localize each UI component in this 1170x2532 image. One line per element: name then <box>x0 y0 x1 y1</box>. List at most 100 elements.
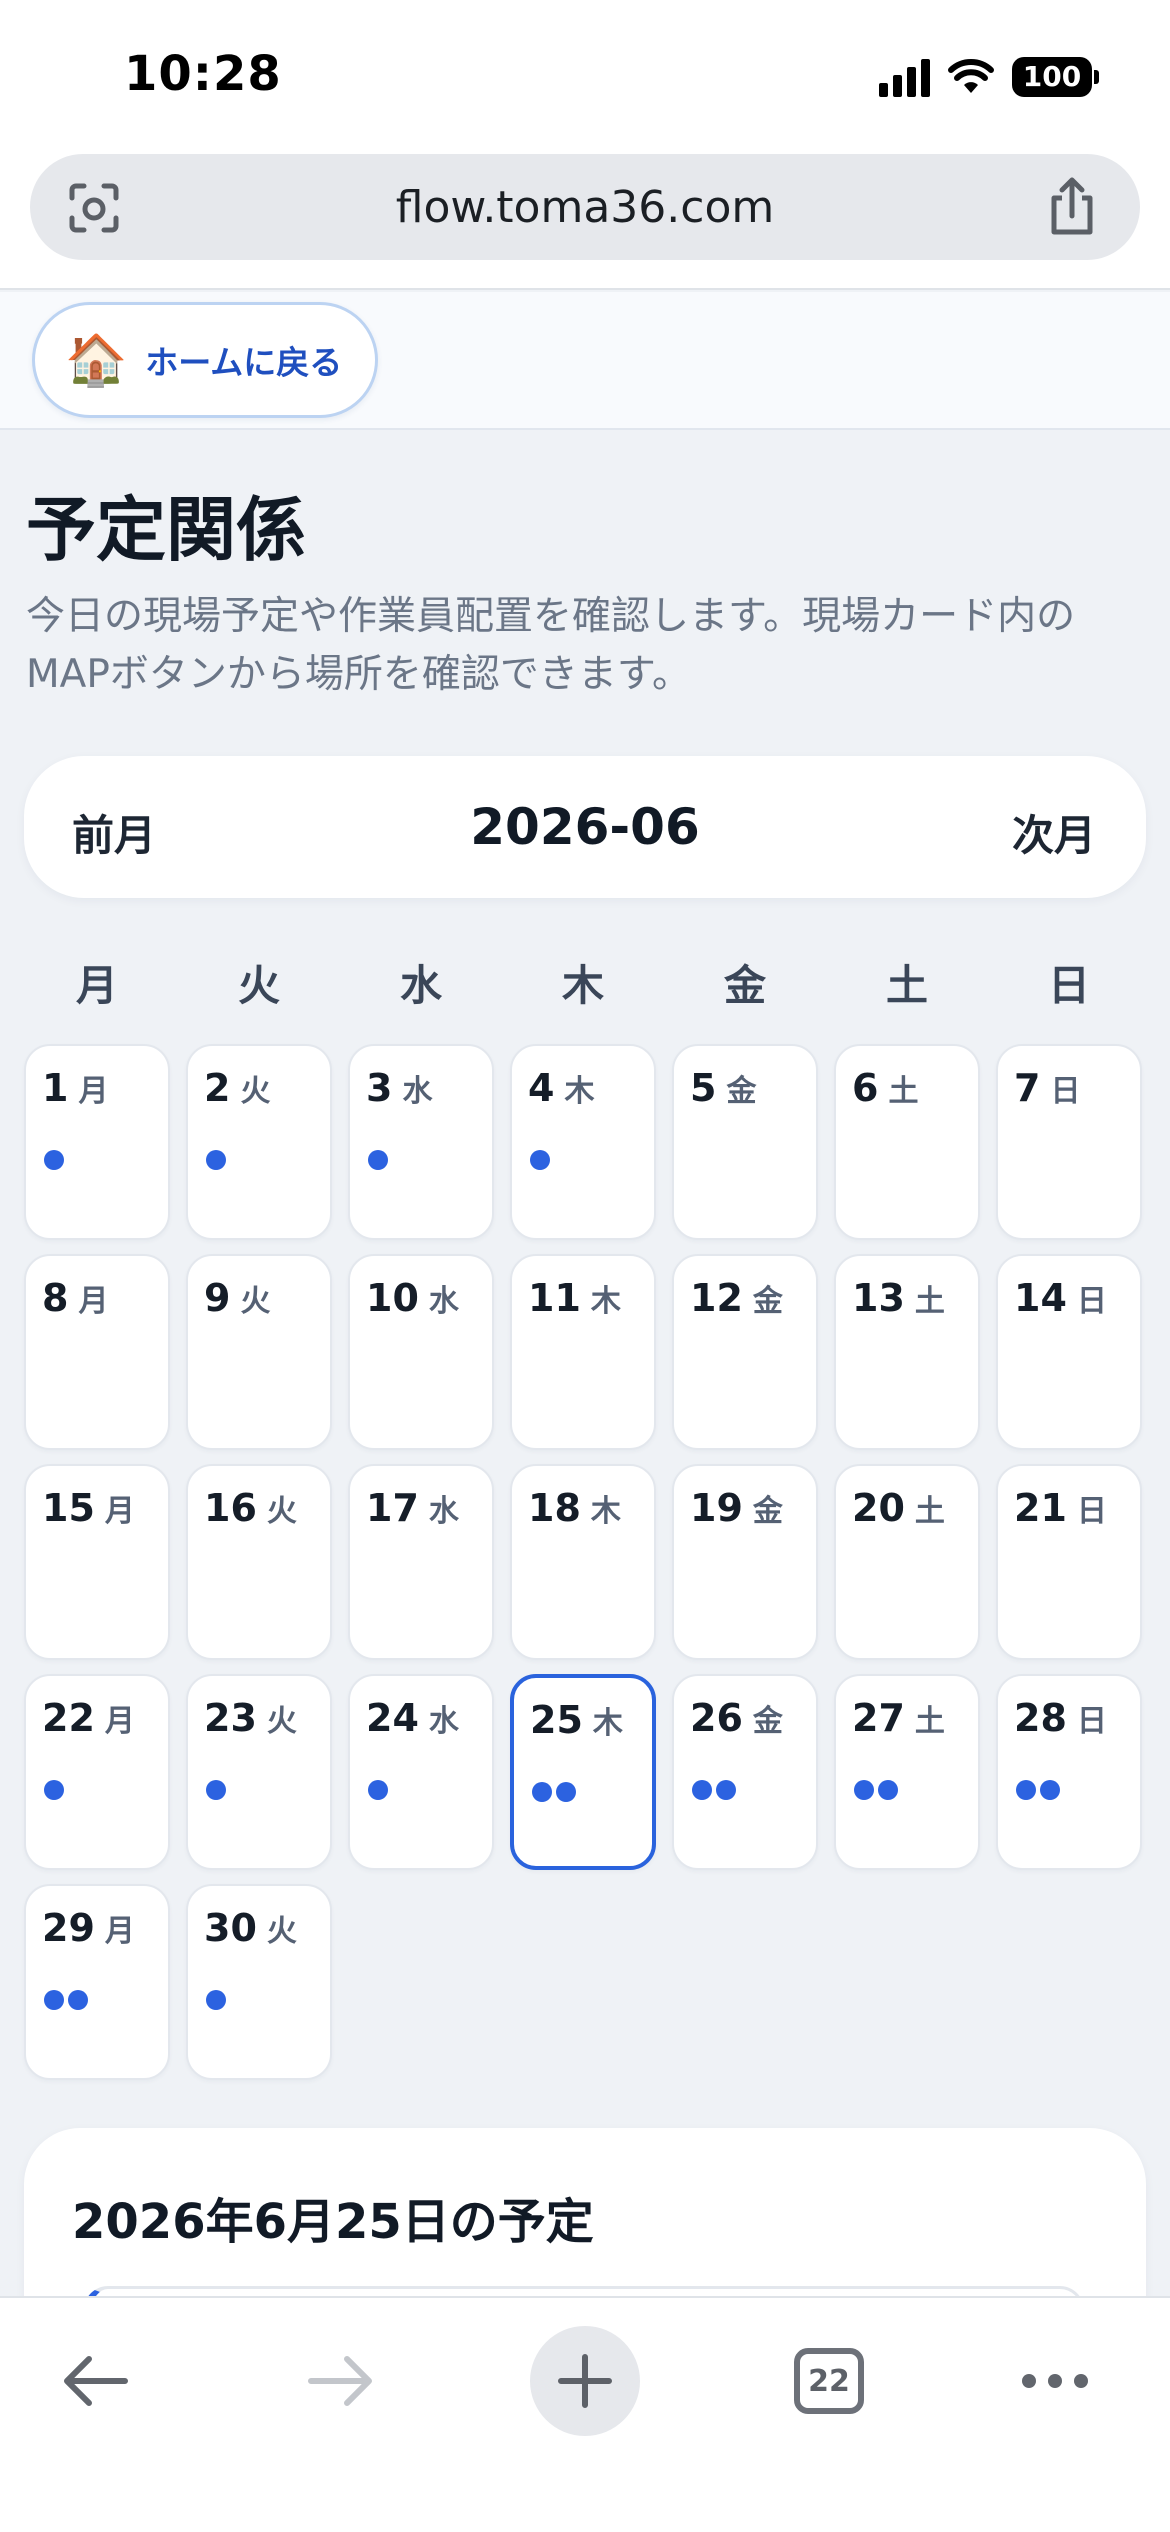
calendar-day-4[interactable]: 4木 <box>510 1044 656 1240</box>
day-weekday: 月 <box>104 1704 135 1739</box>
day-number: 18 <box>528 1486 581 1530</box>
calendar-day-23[interactable]: 23 火 <box>186 1674 332 1870</box>
day-weekday: 土 <box>914 1284 945 1319</box>
day-weekday: 金 <box>752 1704 783 1739</box>
day-number: 27 <box>852 1696 905 1740</box>
calendar-day-18[interactable]: 18 木 <box>510 1464 656 1660</box>
house-icon: 🏠 <box>65 331 128 389</box>
calendar-day-21[interactable]: 21 日 <box>996 1464 1142 1660</box>
schedule-title: 2026年6月25日の予定 <box>72 2194 594 2250</box>
day-weekday: 日 <box>1050 1074 1081 1109</box>
event-dots <box>44 1150 64 1170</box>
calendar-day-11[interactable]: 11 木 <box>510 1254 656 1450</box>
day-header: 29 月 <box>42 1906 135 1950</box>
day-weekday: 木 <box>592 1706 623 1741</box>
calendar-day-5[interactable]: 5金 <box>672 1044 818 1240</box>
arrow-right-icon <box>308 2356 372 2406</box>
calendar-day-15[interactable]: 15 月 <box>24 1464 170 1660</box>
calendar-day-8[interactable]: 8月 <box>24 1254 170 1450</box>
day-weekday: 火 <box>266 1914 297 1949</box>
day-header: 4木 <box>528 1066 594 1110</box>
calendar-day-22[interactable]: 22 月 <box>24 1674 170 1870</box>
day-number: 19 <box>690 1486 743 1530</box>
new-tab-button[interactable] <box>530 2326 640 2436</box>
share-icon[interactable] <box>1044 176 1100 238</box>
weekday-label: 水 <box>399 961 442 1010</box>
event-dot-icon <box>368 1780 388 1800</box>
calendar-day-25[interactable]: 25 木 <box>510 1674 656 1870</box>
day-number: 28 <box>1014 1696 1067 1740</box>
day-header: 5金 <box>690 1066 756 1110</box>
calendar-day-13[interactable]: 13 土 <box>834 1254 980 1450</box>
url-bar[interactable]: flow.toma36.com <box>30 154 1140 260</box>
weekday-label: 土 <box>885 961 928 1010</box>
calendar-day-26[interactable]: 26 金 <box>672 1674 818 1870</box>
day-header: 30 火 <box>204 1906 297 1950</box>
calendar-day-28[interactable]: 28 日 <box>996 1674 1142 1870</box>
browser-toolbar: 22 <box>0 2296 1170 2532</box>
calendar-day-27[interactable]: 27 土 <box>834 1674 980 1870</box>
weekday-label: 月 <box>75 961 118 1010</box>
tab-switcher-button[interactable]: 22 <box>774 2326 884 2436</box>
calendar-day-10[interactable]: 10 水 <box>348 1254 494 1450</box>
day-header: 19 金 <box>690 1486 783 1530</box>
event-dots <box>368 1150 388 1170</box>
calendar-day-2[interactable]: 2火 <box>186 1044 332 1240</box>
day-weekday: 火 <box>240 1074 271 1109</box>
day-header: 12 金 <box>690 1276 783 1320</box>
calendar-day-16[interactable]: 16 火 <box>186 1464 332 1660</box>
day-header: 25 木 <box>530 1698 623 1742</box>
day-number: 3 <box>366 1066 393 1110</box>
calendar-day-3[interactable]: 3水 <box>348 1044 494 1240</box>
day-number: 21 <box>1014 1486 1067 1530</box>
home-button[interactable]: 🏠 ホームに戻る <box>32 302 378 418</box>
calendar-day-24[interactable]: 24 水 <box>348 1674 494 1870</box>
event-dot-icon <box>68 1990 88 2010</box>
calendar-day-1[interactable]: 1月 <box>24 1044 170 1240</box>
day-header: 15 月 <box>42 1486 135 1530</box>
back-button[interactable] <box>40 2326 150 2436</box>
day-weekday: 水 <box>428 1284 459 1319</box>
event-dots <box>1016 1780 1060 1800</box>
day-weekday: 月 <box>78 1074 109 1109</box>
plus-icon <box>558 2354 612 2408</box>
calendar-day-9[interactable]: 9火 <box>186 1254 332 1450</box>
day-weekday: 金 <box>752 1494 783 1529</box>
calendar-day-30[interactable]: 30 火 <box>186 1884 332 2080</box>
event-dot-icon <box>368 1150 388 1170</box>
calendar-day-14[interactable]: 14 日 <box>996 1254 1142 1450</box>
ellipsis-icon <box>1022 2374 1088 2388</box>
battery-icon: 100 <box>1012 57 1099 97</box>
event-dots <box>44 1990 88 2010</box>
calendar-day-6[interactable]: 6土 <box>834 1044 980 1240</box>
current-month-label: 2026-06 <box>470 798 700 856</box>
day-number: 24 <box>366 1696 419 1740</box>
calendar-day-12[interactable]: 12 金 <box>672 1254 818 1450</box>
page-description: 今日の現場予定や作業員配置を確認します。現場カード内のMAPボタンから場所を確認… <box>26 594 1076 697</box>
calendar-day-20[interactable]: 20 土 <box>834 1464 980 1660</box>
cellular-signal-icon <box>879 57 930 97</box>
more-menu-button[interactable] <box>1000 2326 1110 2436</box>
day-header: 2火 <box>204 1066 270 1110</box>
day-number: 23 <box>204 1696 257 1740</box>
forward-button[interactable] <box>286 2326 396 2436</box>
day-header: 13 土 <box>852 1276 945 1320</box>
calendar-day-19[interactable]: 19 金 <box>672 1464 818 1660</box>
event-dots <box>854 1780 898 1800</box>
weekday-label: 火 <box>237 961 280 1010</box>
day-header: 8月 <box>42 1276 108 1320</box>
day-header: 22 月 <box>42 1696 135 1740</box>
day-weekday: 日 <box>1076 1494 1107 1529</box>
event-dot-icon <box>206 1990 226 2010</box>
calendar-day-7[interactable]: 7日 <box>996 1044 1142 1240</box>
day-number: 11 <box>528 1276 581 1320</box>
browser-url-area: flow.toma36.com <box>0 150 1170 290</box>
next-month-button[interactable]: 次月 <box>1012 802 1096 863</box>
calendar-day-29[interactable]: 29 月 <box>24 1884 170 2080</box>
event-dot-icon <box>206 1780 226 1800</box>
event-dot-icon <box>716 1780 736 1800</box>
day-header: 17 水 <box>366 1486 459 1530</box>
calendar-day-17[interactable]: 17 水 <box>348 1464 494 1660</box>
day-weekday: 金 <box>726 1074 757 1109</box>
tab-count: 22 <box>794 2348 864 2414</box>
